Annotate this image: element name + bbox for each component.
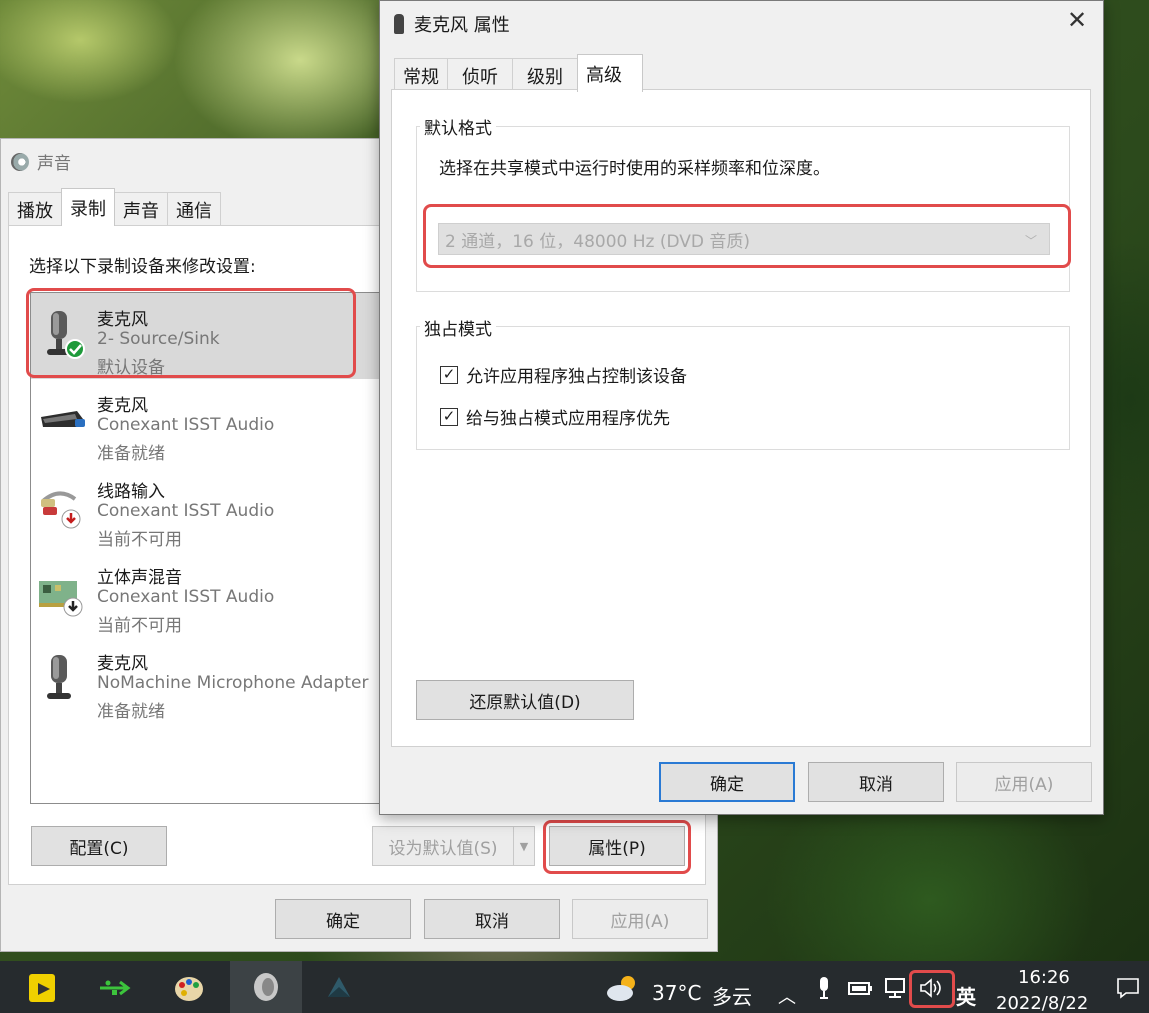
mic-properties-dialog: 麦克风 属性 ✕ 常规 侦听 级别 高级 默认格式 选择在共享模式中运行时使用的… [379,0,1104,815]
clock-date[interactable]: 2022/8/22 [996,993,1088,1013]
highlight-box-volume-tray [909,970,955,1008]
configure-button[interactable]: 配置(C) [31,826,167,866]
weather-description[interactable]: 多云 [712,981,752,1010]
sound-apply-button[interactable]: 应用(A) [572,899,708,939]
highlight-box-format-dropdown [423,204,1071,268]
close-icon[interactable]: ✕ [1065,8,1089,33]
device-item-line-in[interactable]: 线路输入 Conexant ISST Audio 当前不可用 [31,465,381,551]
device-item-stereo-mix[interactable]: 立体声混音 Conexant ISST Audio 当前不可用 [31,551,381,637]
exclusive-mode-legend: 独占模式 [420,315,496,340]
clock-time[interactable]: 16:26 [1018,967,1070,988]
allow-exclusive-label: 允许应用程序独占控制该设备 [466,367,687,387]
highlight-box-selected-device [26,288,356,378]
media-player-app-icon[interactable] [24,969,62,1007]
device-name: 线路输入 [97,482,165,502]
highlight-box-properties-button [543,820,691,874]
webcam-microphone-icon [39,393,89,449]
tab-general[interactable]: 常规 [394,58,448,92]
device-source: Conexant ISST Audio [97,415,275,435]
device-item-mic-conexant[interactable]: 麦克风 Conexant ISST Audio 准备就绪 [31,379,381,465]
recording-instruction: 选择以下录制设备来修改设置: [29,257,256,277]
dialog-title: 麦克风 属性 [394,11,510,37]
speaker-icon [11,152,29,171]
device-status: 准备就绪 [97,444,165,464]
device-status: 当前不可用 [97,616,182,636]
paint-palette-icon[interactable] [170,969,208,1007]
device-name: 立体声混音 [97,568,182,588]
microphone-tray-icon[interactable] [806,969,842,1007]
microphone-icon [394,14,404,34]
notification-center-icon[interactable] [1110,969,1146,1007]
sound-tabs: 播放 录制 声音 通信 [8,188,221,226]
dialog-cancel-button[interactable]: 取消 [808,762,944,802]
tab-listen[interactable]: 侦听 [447,58,513,92]
allow-exclusive-row[interactable]: ✓ 允许应用程序独占控制该设备 [440,362,687,387]
allow-exclusive-checkbox[interactable]: ✓ [440,365,458,384]
dialog-ok-button[interactable]: 确定 [659,762,795,802]
tab-sounds[interactable]: 声音 [114,192,168,226]
input-method-indicator[interactable]: 英 [956,981,976,1010]
device-source: NoMachine Microphone Adapter [97,673,369,693]
device-source: Conexant ISST Audio [97,501,275,521]
tab-playback[interactable]: 播放 [8,192,62,226]
line-in-cable-icon [39,479,89,535]
default-format-description: 选择在共享模式中运行时使用的采样频率和位深度。 [439,159,830,179]
give-priority-label: 给与独占模式应用程序优先 [466,409,670,429]
device-name: 麦克风 [97,396,148,416]
device-item-mic-nomachine[interactable]: 麦克风 NoMachine Microphone Adapter 准备就绪 [31,637,381,723]
give-priority-checkbox[interactable]: ✓ [440,407,458,426]
sound-window-title: 声音 [11,149,71,174]
sound-settings-taskbar-icon[interactable] [230,961,302,1013]
sound-card-icon [39,565,89,621]
default-format-legend: 默认格式 [420,114,496,139]
chevron-down-icon: ▼ [519,839,529,853]
device-name: 麦克风 [97,654,148,674]
device-status: 当前不可用 [97,530,182,550]
set-default-button[interactable]: 设为默认值(S) [372,826,514,866]
taskbar: 37°C 多云 ︿ 英 16:26 2022/8/22 [0,961,1149,1013]
app-icon[interactable] [320,969,358,1007]
advanced-panel: 默认格式 选择在共享模式中运行时使用的采样频率和位深度。 2 通道，16 位，4… [391,89,1091,747]
sound-cancel-button[interactable]: 取消 [424,899,560,939]
sound-ok-button[interactable]: 确定 [275,899,411,939]
tab-levels[interactable]: 级别 [512,58,578,92]
exclusive-mode-group [416,326,1070,450]
chevron-up-icon[interactable]: ︿ [778,983,796,1009]
dialog-apply-button[interactable]: 应用(A) [956,762,1092,802]
restore-defaults-button[interactable]: 还原默认值(D) [416,680,634,720]
microphone-icon [39,651,89,707]
weather-cloudy-icon[interactable] [604,969,642,1007]
set-default-dropdown-button[interactable]: ▼ [513,826,535,866]
device-source: Conexant ISST Audio [97,587,275,607]
usb-icon[interactable] [96,969,134,1007]
props-tabs: 常规 侦听 级别 高级 [394,54,643,92]
device-status: 准备就绪 [97,702,165,722]
tab-communications[interactable]: 通信 [167,192,221,226]
tab-advanced[interactable]: 高级 [577,54,643,92]
weather-temperature[interactable]: 37°C [652,981,701,1005]
give-priority-row[interactable]: ✓ 给与独占模式应用程序优先 [440,404,670,429]
tab-recording[interactable]: 录制 [61,188,115,226]
battery-plugged-icon[interactable] [842,969,878,1007]
